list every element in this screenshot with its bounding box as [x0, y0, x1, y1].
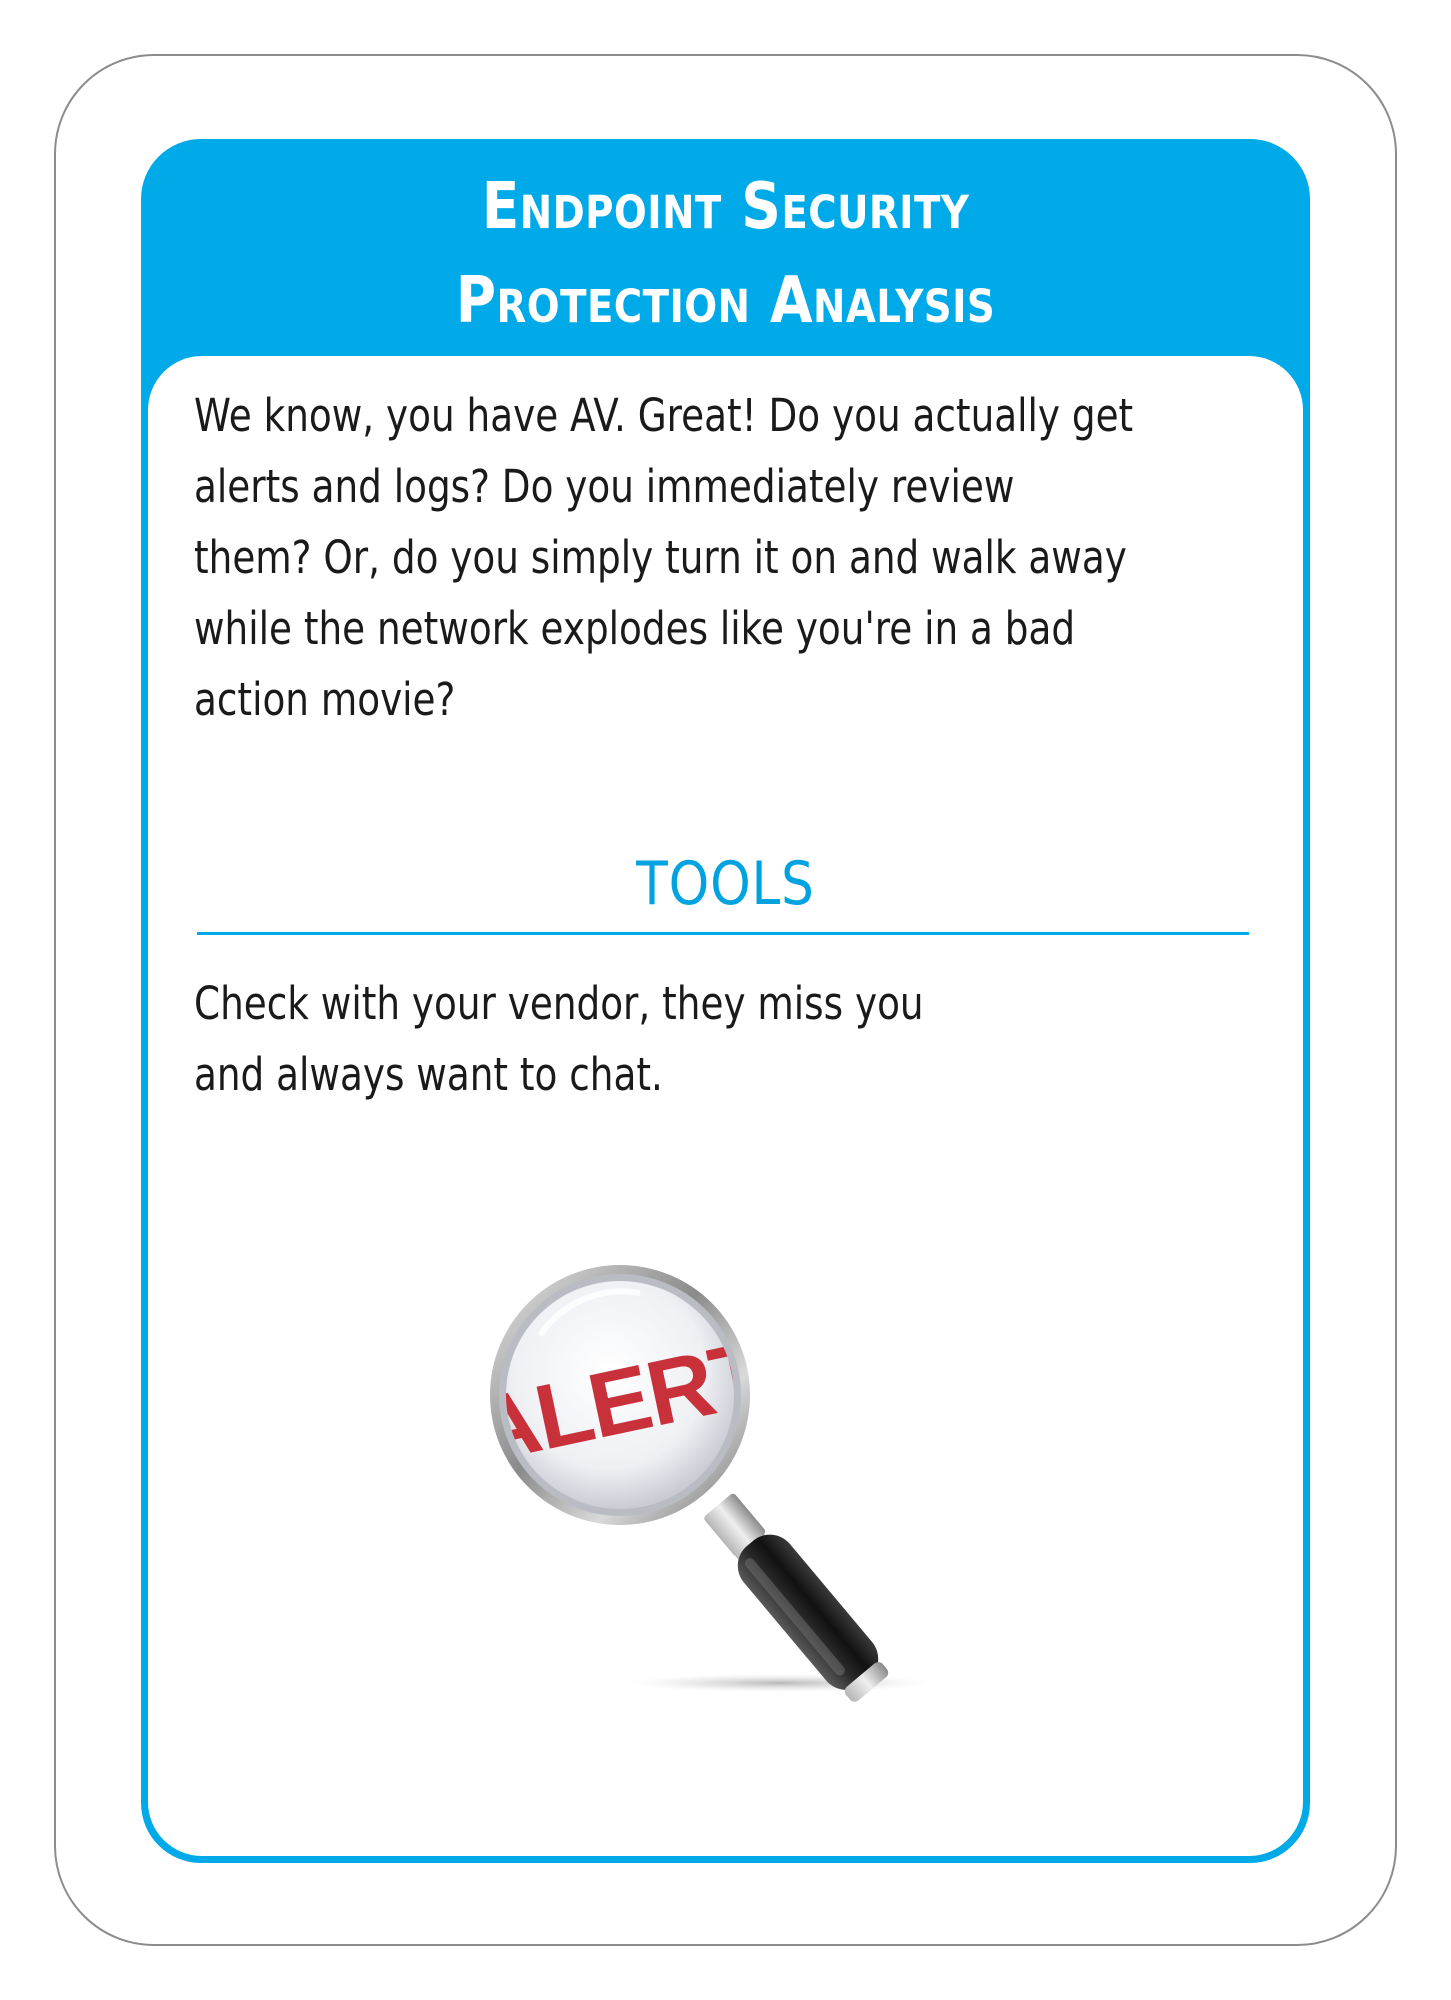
tools-line: and always want to chat.	[194, 1048, 663, 1101]
tools-description: Check with your vendor, they miss you an…	[194, 968, 1190, 1110]
magnifying-glass-icon: ALERT	[470, 1255, 970, 1715]
card-description: We know, you have AV. Great! Do you actu…	[194, 380, 1190, 735]
tools-line: Check with your vendor, they miss you	[194, 977, 924, 1030]
card-title: Endpoint Security Protection Analysis	[223, 160, 1228, 348]
card-title-line-2: Protection Analysis	[455, 264, 996, 338]
description-line: We know, you have AV. Great! Do you actu…	[194, 389, 1134, 442]
tools-heading: TOOLS	[636, 849, 815, 919]
description-line: while the network explodes like you're i…	[194, 602, 1076, 655]
description-line: alerts and logs? Do you immediately revi…	[194, 460, 1015, 513]
tools-divider	[197, 932, 1249, 935]
description-line: them? Or, do you simply turn it on and w…	[194, 531, 1127, 584]
description-line: action movie?	[194, 673, 456, 726]
card-title-line-1: Endpoint Security	[481, 170, 970, 244]
